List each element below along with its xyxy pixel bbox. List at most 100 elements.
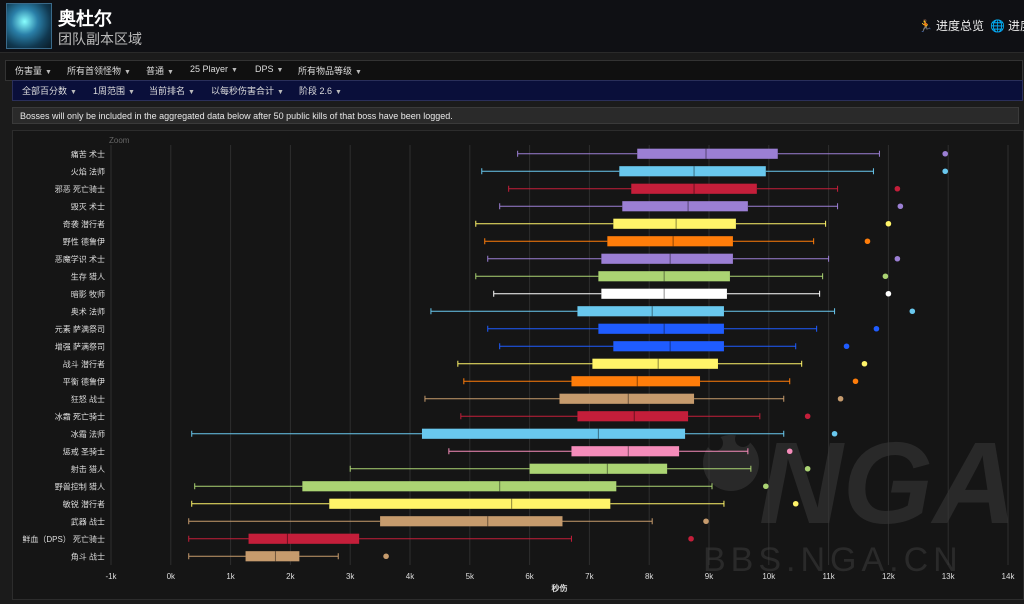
filter-bar-primary: 伤害量 ▼ 所有首领怪物 ▼ 普通 ▼ 25 Player ▼ DPS ▼ 所有物品等级 ▼	[5, 60, 1023, 81]
watermark-logo-text: NGA	[759, 418, 1017, 548]
zone-logo-icon	[6, 3, 52, 49]
box	[619, 166, 766, 177]
x-axis-label: 秒伤	[552, 583, 568, 593]
x-tick-label: 12k	[882, 572, 896, 581]
watermark: NGA BBS.NGA.CN	[703, 418, 1017, 579]
x-tick-label: 5k	[466, 572, 475, 581]
progress-overview-link[interactable]: 🏃 进度总览	[918, 17, 984, 34]
box	[637, 148, 778, 159]
category-label: 冰霜 死亡骑士	[55, 411, 105, 421]
runner-icon: 🏃	[918, 19, 933, 33]
outlier-point	[831, 430, 838, 437]
category-label: 冰霜 法师	[71, 429, 105, 439]
x-tick-label: 1k	[226, 572, 235, 581]
x-tick-label: 3k	[346, 572, 355, 581]
box	[622, 201, 748, 212]
box	[380, 516, 563, 527]
chevron-down-icon: ▼	[188, 89, 195, 96]
outlier-point	[843, 343, 850, 350]
chevron-down-icon: ▼	[167, 69, 174, 76]
category-label: 火焰 法师	[71, 166, 105, 176]
box-series	[188, 516, 709, 527]
category-label: 平衡 德鲁伊	[63, 376, 105, 386]
outlier-point	[897, 203, 904, 210]
outlier-point	[792, 500, 799, 507]
box-series	[493, 288, 892, 299]
box	[613, 218, 736, 229]
zoom-label[interactable]: Zoom	[109, 136, 130, 145]
box-series	[457, 358, 868, 369]
box-series	[484, 236, 871, 247]
outlier-point	[852, 378, 859, 385]
category-label: 角斗 战士	[71, 551, 105, 561]
box	[329, 498, 611, 509]
chevron-down-icon: ▼	[335, 89, 342, 96]
filter-phase[interactable]: 阶段 2.6 ▼	[299, 84, 342, 97]
filter-range[interactable]: 1周范围 ▼	[93, 84, 135, 97]
category-label: 狂怒 战士	[71, 394, 105, 404]
outlier-point	[864, 238, 871, 245]
category-label: 暗影 牧师	[71, 289, 105, 299]
outlier-point	[873, 325, 880, 332]
progress-link[interactable]: 🌐进度	[990, 17, 1024, 34]
box	[601, 253, 733, 264]
chevron-down-icon: ▼	[124, 69, 131, 76]
category-label: 射击 猎人	[71, 464, 105, 474]
outlier-point	[882, 273, 889, 280]
box-series	[487, 253, 901, 264]
outlier-point	[786, 448, 793, 455]
top-header: 奥杜尔 团队副本区域 🏃进度总览 🌐进度	[0, 0, 1024, 53]
category-label: 痛苦 术士	[71, 149, 105, 159]
box	[302, 481, 617, 492]
box-series	[517, 148, 949, 159]
filter-item-level[interactable]: 所有物品等级 ▼	[298, 64, 362, 77]
filter-percentile[interactable]: 全部百分数 ▼	[22, 84, 77, 97]
filter-role[interactable]: DPS ▼	[255, 64, 283, 74]
x-tick-label: 2k	[286, 572, 295, 581]
x-tick-label: 8k	[645, 572, 654, 581]
x-tick-label: 4k	[406, 572, 415, 581]
filter-bar-secondary: 全部百分数 ▼ 1周范围 ▼ 当前排名 ▼ 以每秒伤害合计 ▼ 阶段 2.6 ▼	[12, 80, 1023, 101]
boxplot-chart[interactable]: Zoom NGA BBS.NGA.CN 痛苦 术士火焰 法师邪恶 死亡骑士毁灭 …	[13, 131, 1023, 599]
box-series	[191, 498, 799, 509]
box	[529, 463, 668, 474]
filter-difficulty[interactable]: 普通 ▼	[146, 64, 174, 77]
category-label: 敏锐 潜行者	[63, 499, 105, 509]
outlier-point	[942, 150, 949, 157]
box-series	[424, 393, 844, 404]
box	[248, 533, 360, 544]
box	[245, 551, 300, 562]
category-label: 毁灭 术士	[71, 201, 105, 211]
box	[559, 393, 695, 404]
box	[571, 376, 701, 387]
outlier-point	[763, 483, 769, 490]
filter-metric[interactable]: 伤害量 ▼	[15, 64, 52, 77]
chevron-down-icon: ▼	[45, 69, 52, 76]
category-label: 战斗 潜行者	[63, 359, 105, 369]
outlier-point	[804, 413, 811, 420]
filter-ranking[interactable]: 当前排名 ▼	[149, 84, 195, 97]
box-series	[508, 183, 901, 194]
box-series	[463, 376, 859, 387]
x-tick-label: 7k	[585, 572, 594, 581]
chevron-down-icon: ▼	[231, 67, 238, 74]
category-label: 奇袭 潜行者	[63, 219, 105, 229]
globe-icon: 🌐	[990, 19, 1005, 33]
outlier-point	[383, 553, 389, 560]
box-series	[188, 551, 389, 562]
box-series	[499, 201, 904, 212]
x-tick-label: 11k	[822, 572, 835, 581]
category-label: 增强 萨满祭司	[55, 341, 105, 351]
filter-size[interactable]: 25 Player ▼	[190, 64, 238, 74]
box-series	[430, 306, 916, 317]
page-subtitle: 团队副本区域	[58, 31, 142, 47]
x-tick-label: 14k	[1002, 572, 1016, 581]
category-label: 奥术 法师	[71, 306, 105, 316]
category-label: 野兽控制 猎人	[55, 481, 105, 491]
outlier-point	[837, 395, 844, 402]
x-tick-label: 6k	[525, 572, 534, 581]
filter-boss[interactable]: 所有首领怪物 ▼	[67, 64, 131, 77]
outlier-point	[804, 465, 811, 472]
page-title: 奥杜尔	[58, 9, 112, 29]
filter-aggregate[interactable]: 以每秒伤害合计 ▼	[211, 84, 284, 97]
